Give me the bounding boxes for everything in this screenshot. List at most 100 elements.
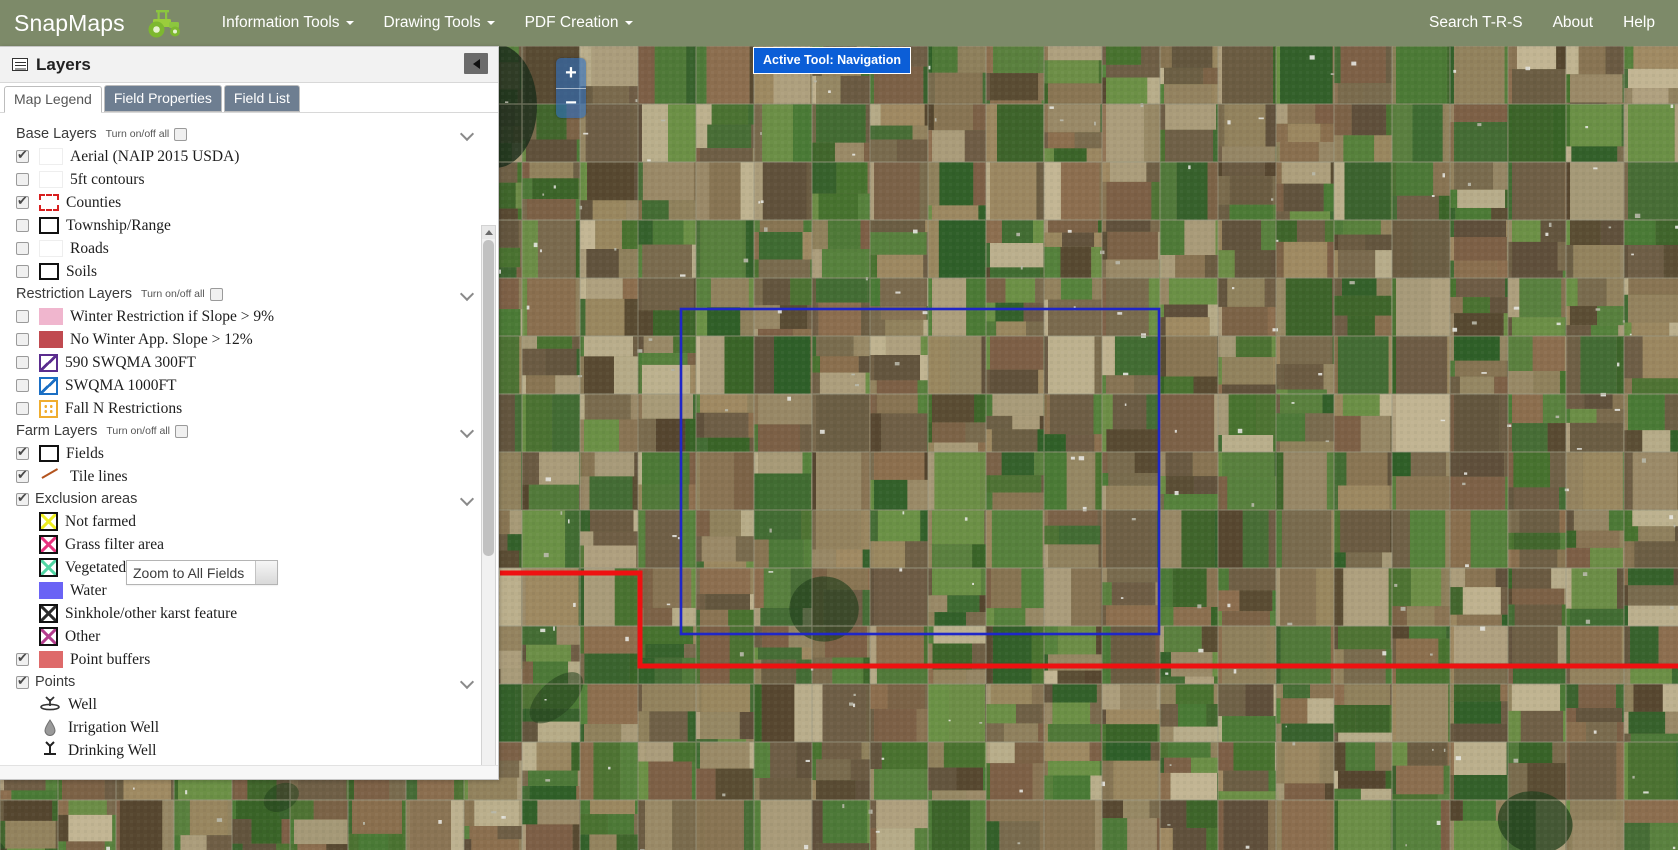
layer-list-inner: Base Layers Turn on/off all Aerial (NAIP 2… bbox=[0, 123, 498, 762]
toggle-all-label: Turn on/off all bbox=[106, 425, 171, 437]
link-help[interactable]: Help bbox=[1608, 0, 1670, 46]
layer-checkbox-5ft-contours[interactable] bbox=[16, 173, 29, 186]
layer-checkbox-no-winter-app-slope-12[interactable] bbox=[16, 333, 29, 346]
group-checkbox-exclusion-areas[interactable] bbox=[16, 490, 29, 506]
panel-title: Layers bbox=[36, 54, 91, 74]
zoom-in-button[interactable]: + bbox=[556, 58, 586, 89]
layer-checkbox-soils[interactable] bbox=[16, 265, 29, 278]
layer-list[interactable]: Base Layers Turn on/off all Aerial (NAIP 2… bbox=[0, 113, 498, 765]
layer-row-counties[interactable]: Counties bbox=[0, 191, 498, 214]
scrollbar-thumb[interactable] bbox=[483, 240, 494, 556]
layer-checkbox-fields[interactable] bbox=[16, 444, 29, 460]
layer-row-soils[interactable]: Soils bbox=[0, 260, 498, 283]
layer-row-aerial-naip-2015-usda[interactable]: Aerial (NAIP 2015 USDA) bbox=[0, 145, 498, 168]
layer-checkbox-aerial-naip-2015-usda[interactable] bbox=[16, 147, 29, 163]
layer-group-name: Restriction Layers bbox=[16, 286, 133, 302]
active-tool-badge: Active Tool: Navigation bbox=[753, 47, 911, 74]
chevron-down-icon[interactable] bbox=[461, 287, 474, 300]
toggle-all-checkbox-base-layers[interactable] bbox=[174, 127, 188, 141]
layer-label: 5ft contours bbox=[70, 170, 145, 188]
navbar-right-links: Search T-R-S About Help bbox=[1414, 0, 1678, 46]
menu-pdf-creation-label: PDF Creation bbox=[524, 14, 619, 31]
chevron-down-icon[interactable] bbox=[461, 424, 474, 437]
layer-row-fields[interactable]: Fields bbox=[0, 442, 498, 465]
layer-group-header-base-layers: Base Layers Turn on/off all bbox=[0, 123, 498, 145]
swatch-590-swqma-300ft bbox=[39, 353, 58, 372]
swatch-aerial-naip-2015-usda bbox=[39, 148, 63, 165]
swatch-x-vegetated-buffer bbox=[39, 558, 58, 577]
layer-list-scrollbar[interactable] bbox=[481, 225, 496, 765]
layer-checkbox-590-swqma-300ft[interactable] bbox=[16, 356, 29, 369]
layer-group-header-points: Points bbox=[0, 671, 498, 693]
swatch-swqma-1000ft bbox=[39, 376, 58, 395]
layer-row-fall-n-restrictions[interactable]: Fall N Restrictions bbox=[0, 397, 498, 420]
group-checkbox-points[interactable] bbox=[16, 673, 29, 689]
menu-drawing-tools-label: Drawing Tools bbox=[383, 14, 481, 31]
layer-row-point-buffers[interactable]: Point buffers bbox=[0, 648, 498, 671]
swatch-drinking-well-icon bbox=[39, 741, 61, 760]
layer-checkbox-roads[interactable] bbox=[16, 242, 29, 255]
layer-group-header-exclusion-areas: Exclusion areas bbox=[0, 488, 498, 510]
toggle-all-label: Turn on/off all bbox=[141, 288, 205, 300]
layer-row-roads[interactable]: Roads bbox=[0, 237, 498, 260]
zoom-to-all-fields-button[interactable]: Zoom to All Fields bbox=[126, 560, 278, 585]
zoom-out-button[interactable]: − bbox=[556, 89, 586, 119]
layer-row-no-winter-app-slope-12[interactable]: No Winter App. Slope > 12% bbox=[0, 328, 498, 351]
layer-group-name: Exclusion areas bbox=[35, 491, 138, 507]
layer-row-drinking-well[interactable]: Drinking Well bbox=[0, 739, 498, 762]
layer-row-sinkhole-other-karst-feature[interactable]: Sinkhole/other karst feature bbox=[0, 602, 498, 625]
toggle-all-checkbox-farm-layers[interactable] bbox=[175, 424, 189, 438]
layer-label: Irrigation Well bbox=[68, 718, 160, 736]
layers-panel-header: Layers bbox=[0, 47, 498, 83]
chevron-down-icon[interactable] bbox=[461, 127, 474, 140]
link-search-trs[interactable]: Search T-R-S bbox=[1414, 0, 1538, 46]
tab-field-list[interactable]: Field List bbox=[223, 85, 300, 112]
app-brand[interactable]: SnapMaps bbox=[14, 10, 125, 37]
zoom-to-all-fields-nub[interactable] bbox=[255, 561, 277, 584]
tab-field-properties[interactable]: Field Properties bbox=[103, 85, 222, 112]
layer-checkbox-fall-n-restrictions[interactable] bbox=[16, 402, 29, 415]
menu-information-tools[interactable]: Information Tools bbox=[207, 0, 369, 46]
toggle-all-label: Turn on/off all bbox=[105, 128, 170, 140]
layer-row-well[interactable]: Well bbox=[0, 693, 498, 716]
zoom-controls[interactable]: + − bbox=[556, 58, 586, 118]
layer-label: 590 SWQMA 300FT bbox=[65, 353, 196, 371]
scroll-up-arrow[interactable] bbox=[482, 226, 495, 239]
layer-row-tile-lines[interactable]: Tile lines bbox=[0, 465, 498, 488]
panel-resize-handle[interactable] bbox=[0, 765, 498, 779]
link-about[interactable]: About bbox=[1538, 0, 1609, 46]
layer-label: Aerial (NAIP 2015 USDA) bbox=[70, 147, 240, 165]
layer-checkbox-counties[interactable] bbox=[16, 193, 29, 209]
layer-row-grass-filter-area[interactable]: Grass filter area bbox=[0, 533, 498, 556]
layer-row-5ft-contours[interactable]: 5ft contours bbox=[0, 168, 498, 191]
layer-label: Township/Range bbox=[66, 216, 171, 234]
layer-row-not-farmed[interactable]: Not farmed bbox=[0, 510, 498, 533]
layer-row-590-swqma-300ft[interactable]: 590 SWQMA 300FT bbox=[0, 351, 498, 374]
main-menu: Information Tools Drawing Tools PDF Crea… bbox=[207, 0, 648, 46]
layer-row-irrigation-well[interactable]: Irrigation Well bbox=[0, 716, 498, 739]
layer-checkbox-swqma-1000ft[interactable] bbox=[16, 379, 29, 392]
layer-checkbox-winter-restriction-if-slope-9[interactable] bbox=[16, 310, 29, 323]
layer-label: SWQMA 1000FT bbox=[65, 376, 177, 394]
collapse-panel-button[interactable] bbox=[464, 53, 488, 74]
top-navbar: SnapMaps Information Tools Drawing Tools… bbox=[0, 0, 1678, 46]
layer-row-winter-restriction-if-slope-9[interactable]: Winter Restriction if Slope > 9% bbox=[0, 305, 498, 328]
chevron-down-icon[interactable] bbox=[461, 675, 474, 688]
menu-pdf-creation[interactable]: PDF Creation bbox=[510, 0, 648, 46]
chevron-down-icon[interactable] bbox=[461, 492, 474, 505]
layer-label: Drinking Well bbox=[68, 741, 157, 759]
layer-group-name: Points bbox=[35, 674, 76, 690]
layer-checkbox-tile-lines[interactable] bbox=[16, 467, 29, 483]
layer-row-swqma-1000ft[interactable]: SWQMA 1000FT bbox=[0, 374, 498, 397]
menu-drawing-tools[interactable]: Drawing Tools bbox=[369, 0, 510, 46]
layer-row-township-range[interactable]: Township/Range bbox=[0, 214, 498, 237]
chevron-left-icon bbox=[472, 58, 480, 69]
swatch-x-other bbox=[39, 627, 58, 646]
layer-checkbox-point-buffers[interactable] bbox=[16, 650, 29, 666]
layer-label: Other bbox=[65, 627, 101, 645]
tab-map-legend[interactable]: Map Legend bbox=[4, 86, 102, 113]
layer-checkbox-township-range[interactable] bbox=[16, 219, 29, 232]
toggle-all-checkbox-restriction-layers[interactable] bbox=[209, 287, 223, 301]
swatch-roads bbox=[39, 240, 63, 257]
layer-row-other[interactable]: Other bbox=[0, 625, 498, 648]
